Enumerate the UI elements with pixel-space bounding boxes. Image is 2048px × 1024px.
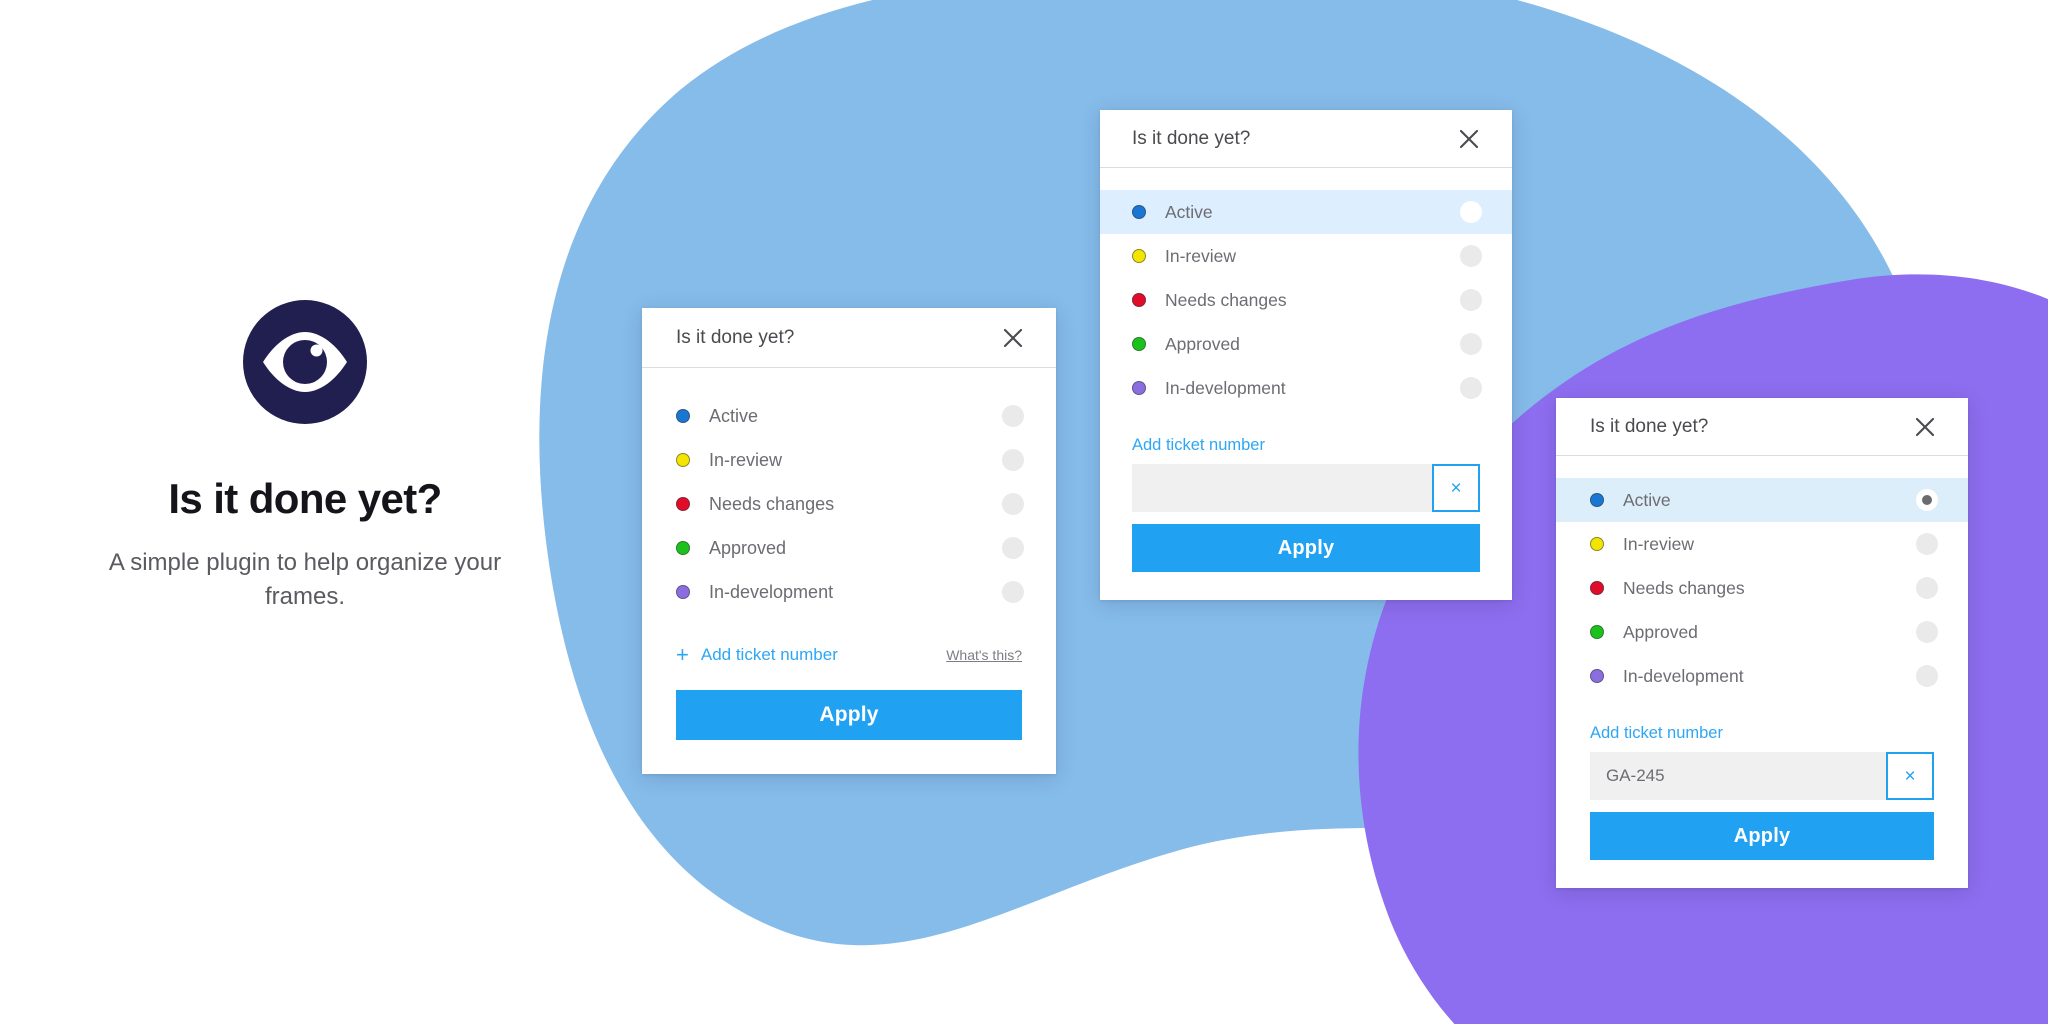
add-ticket-number-label[interactable]: Add ticket number — [1590, 724, 1934, 743]
status-label: Needs changes — [709, 493, 835, 514]
status-label: Active — [1165, 201, 1213, 222]
status-dot-active — [676, 409, 690, 423]
clear-ticket-icon[interactable]: × — [1432, 464, 1480, 512]
status-dot-in-review — [1132, 249, 1146, 263]
status-label: Approved — [1623, 621, 1698, 642]
status-label: Active — [1623, 489, 1671, 510]
status-toggle-in-review[interactable] — [1916, 533, 1938, 555]
status-label: In-development — [1623, 665, 1744, 686]
status-row-approved[interactable]: Approved — [1556, 610, 1968, 654]
status-label: Needs changes — [1165, 289, 1287, 310]
status-toggle-needs-changes[interactable] — [1916, 577, 1938, 599]
status-dot-approved — [1590, 625, 1604, 639]
status-dot-in-development — [1132, 381, 1146, 395]
card-title: Is it done yet? — [1132, 127, 1251, 149]
status-toggle-approved[interactable] — [1002, 537, 1024, 559]
status-row-in-development[interactable]: In-development — [642, 570, 1056, 614]
hero-block: Is it done yet? A simple plugin to help … — [0, 300, 610, 614]
status-toggle-in-review[interactable] — [1002, 449, 1024, 471]
status-toggle-in-review[interactable] — [1460, 245, 1482, 267]
status-row-active[interactable]: Active — [1556, 478, 1968, 522]
status-list: Active In-review Needs changes Approved — [1100, 168, 1512, 418]
status-dot-in-development — [1590, 669, 1604, 683]
card-footer: Add ticket number × Apply — [1100, 418, 1512, 600]
status-toggle-needs-changes[interactable] — [1002, 493, 1024, 515]
card-footer: Add ticket number × Apply — [1556, 706, 1968, 888]
status-row-active[interactable]: Active — [1100, 190, 1512, 234]
status-row-in-development[interactable]: In-development — [1556, 654, 1968, 698]
close-icon[interactable] — [1002, 327, 1024, 349]
poster-canvas: Is it done yet? A simple plugin to help … — [0, 0, 2048, 1024]
status-label: In-development — [709, 581, 834, 602]
status-dot-in-review — [1590, 537, 1604, 551]
status-dot-active — [1590, 493, 1604, 507]
status-label: Needs changes — [1623, 577, 1745, 598]
apply-button[interactable]: Apply — [676, 690, 1022, 740]
status-row-needs-changes[interactable]: Needs changes — [1100, 278, 1512, 322]
status-row-in-review[interactable]: In-review — [642, 438, 1056, 482]
status-label: In-review — [1623, 533, 1694, 554]
clear-ticket-icon[interactable]: × — [1886, 752, 1934, 800]
status-toggle-active[interactable] — [1002, 405, 1024, 427]
status-label: Approved — [709, 537, 787, 558]
close-icon[interactable] — [1914, 416, 1936, 438]
status-row-active[interactable]: Active — [642, 394, 1056, 438]
status-dot-needs-changes — [1132, 293, 1146, 307]
card-header: Is it done yet? — [1100, 110, 1512, 168]
page-subtitle: A simple plugin to help organize your fr… — [108, 549, 502, 611]
status-row-in-review[interactable]: In-review — [1556, 522, 1968, 566]
plus-icon: + — [676, 642, 689, 667]
status-toggle-approved[interactable] — [1916, 621, 1938, 643]
status-list: Active In-review Needs changes Approved — [642, 368, 1056, 622]
status-toggle-active[interactable] — [1916, 489, 1938, 511]
add-ticket-number-label[interactable]: Add ticket number — [1132, 436, 1480, 455]
ticket-number-input[interactable] — [1590, 752, 1886, 800]
status-list: Active In-review Needs changes Approved — [1556, 456, 1968, 706]
status-label: Approved — [1165, 333, 1240, 354]
card-title: Is it done yet? — [1590, 415, 1709, 437]
status-dot-needs-changes — [676, 497, 690, 511]
status-row-in-development[interactable]: In-development — [1100, 366, 1512, 410]
add-ticket-number-link[interactable]: + Add ticket number — [676, 644, 838, 666]
whats-this-link[interactable]: What's this? — [946, 647, 1022, 663]
card-footer: + Add ticket number What's this? Apply — [642, 622, 1056, 774]
status-label: Active — [709, 405, 759, 426]
status-toggle-active[interactable] — [1460, 201, 1482, 223]
status-toggle-in-development[interactable] — [1460, 377, 1482, 399]
status-dot-active — [1132, 205, 1146, 219]
status-row-needs-changes[interactable]: Needs changes — [642, 482, 1056, 526]
status-label: In-review — [709, 449, 783, 470]
status-toggle-in-development[interactable] — [1002, 581, 1024, 603]
status-row-approved[interactable]: Approved — [1100, 322, 1512, 366]
apply-button[interactable]: Apply — [1590, 812, 1934, 860]
status-toggle-approved[interactable] — [1460, 333, 1482, 355]
page-title: Is it done yet? — [168, 475, 442, 522]
status-dot-in-review — [676, 453, 690, 467]
dialog-card-1: Is it done yet? Active In-review Needs c… — [642, 308, 1056, 774]
status-toggle-needs-changes[interactable] — [1460, 289, 1482, 311]
status-dot-approved — [676, 541, 690, 555]
status-dot-needs-changes — [1590, 581, 1604, 595]
status-dot-approved — [1132, 337, 1146, 351]
ticket-action-row: + Add ticket number What's this? — [676, 644, 1022, 666]
ticket-input-row: × — [1132, 464, 1480, 512]
status-toggle-in-development[interactable] — [1916, 665, 1938, 687]
status-row-approved[interactable]: Approved — [642, 526, 1056, 570]
add-ticket-number-label: Add ticket number — [700, 645, 838, 664]
status-dot-in-development — [676, 585, 690, 599]
status-label: In-review — [1165, 245, 1236, 266]
card-header: Is it done yet? — [642, 308, 1056, 368]
eye-icon — [243, 300, 367, 424]
close-icon[interactable] — [1458, 128, 1480, 150]
card-title: Is it done yet? — [676, 326, 795, 348]
status-row-in-review[interactable]: In-review — [1100, 234, 1512, 278]
dialog-card-2: Is it done yet? Active In-review Needs c… — [1100, 110, 1512, 600]
apply-button[interactable]: Apply — [1132, 524, 1480, 572]
ticket-input-row: × — [1590, 752, 1934, 800]
ticket-number-input[interactable] — [1132, 464, 1432, 512]
status-label: In-development — [1165, 377, 1286, 398]
dialog-card-3: Is it done yet? Active In-review Needs c… — [1556, 398, 1968, 888]
card-header: Is it done yet? — [1556, 398, 1968, 456]
status-row-needs-changes[interactable]: Needs changes — [1556, 566, 1968, 610]
